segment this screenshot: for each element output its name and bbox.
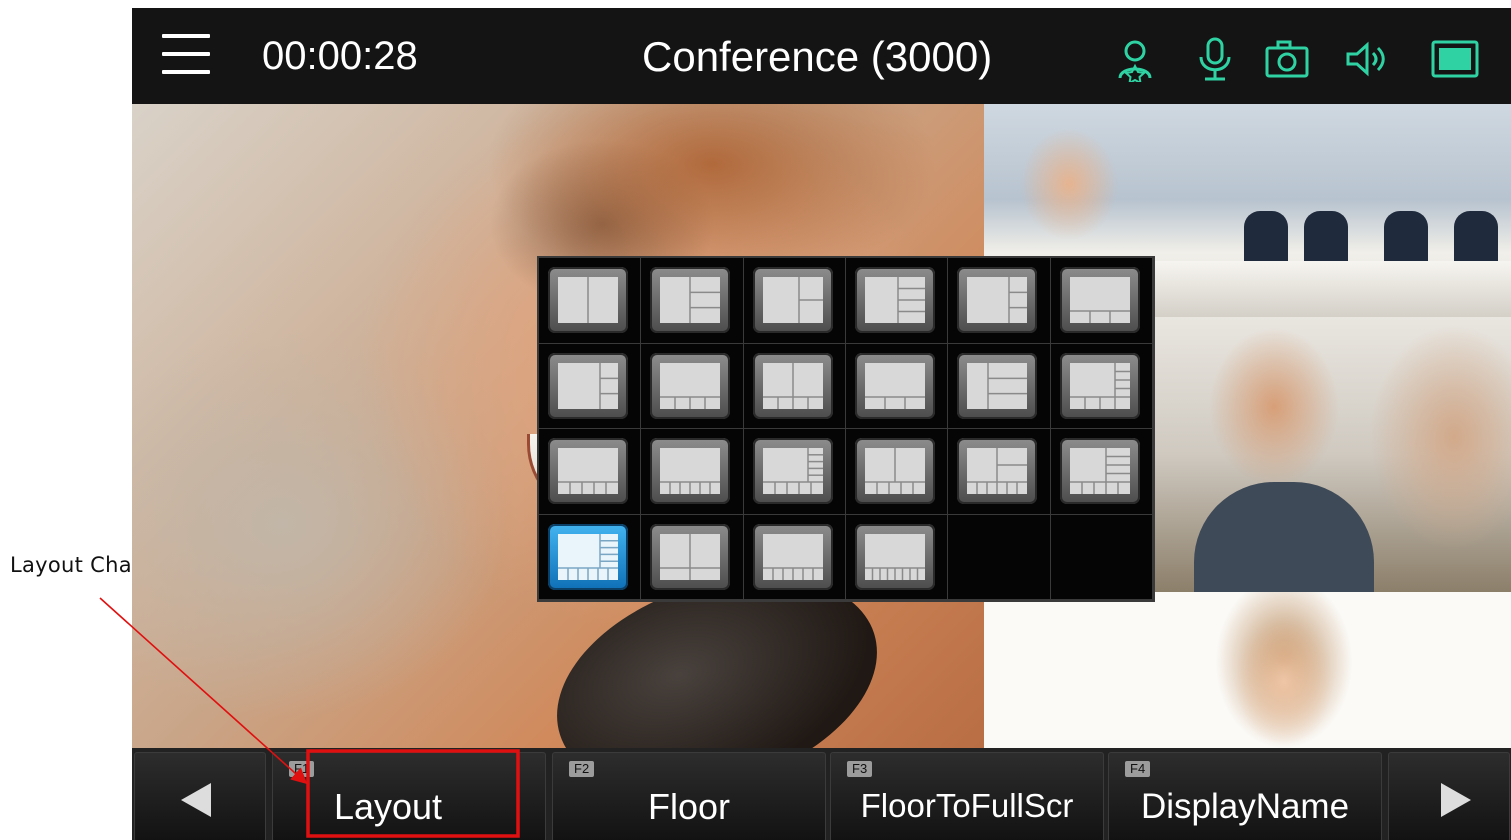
layout-cell — [743, 343, 846, 429]
top-bar: 00:00:28 Conference (3000) — [132, 8, 1511, 104]
layout-cell — [641, 429, 744, 515]
layout-option-button[interactable] — [1059, 352, 1140, 419]
layout-option-button[interactable] — [957, 438, 1038, 504]
layout-thumbnail-icon — [865, 448, 925, 494]
layout-thumbnail-icon — [967, 277, 1028, 323]
layout-cell — [846, 429, 949, 515]
layout-cell — [948, 343, 1051, 429]
floor-button[interactable]: F2 Floor — [552, 752, 826, 840]
layout-option-button[interactable] — [957, 352, 1038, 419]
floor-to-full-screen-button[interactable]: F3 FloorToFullScr — [830, 752, 1104, 840]
layout-thumbnail-icon — [967, 448, 1028, 494]
layout-picker — [537, 256, 1155, 602]
layout-thumbnail-icon — [865, 362, 925, 409]
participants-icon[interactable] — [1112, 36, 1158, 85]
f2-key-label: F2 — [569, 761, 595, 777]
layout-cell — [539, 514, 642, 600]
layout-thumbnail-icon — [1069, 362, 1130, 409]
layout-thumbnail-icon — [762, 277, 823, 323]
video-tile-woman[interactable] — [984, 592, 1511, 748]
layout-thumbnail-icon — [660, 277, 721, 323]
floor-button-label: Floor — [647, 786, 731, 827]
layout-thumbnail-icon — [558, 533, 618, 580]
conference-screen: 00:00:28 Conference (3000) F1 Layout F2 … — [132, 8, 1511, 840]
layout-option-button[interactable] — [548, 267, 628, 333]
layout-option-button[interactable] — [650, 523, 731, 590]
layout-option-button[interactable] — [855, 267, 935, 333]
layout-cell — [1050, 429, 1153, 515]
conference-title: Conference (3000) — [642, 33, 993, 80]
layout-option-button[interactable] — [752, 352, 833, 419]
layout-cell — [948, 514, 1051, 600]
call-timer: 00:00:28 — [262, 34, 418, 78]
layout-option-button[interactable] — [548, 438, 628, 504]
camera-icon[interactable] — [1264, 36, 1310, 82]
layout-cell — [846, 258, 949, 344]
layout-cell — [743, 258, 846, 344]
layout-thumbnail-icon — [762, 362, 823, 409]
layout-thumbnail-icon — [558, 277, 618, 323]
layout-option-button[interactable] — [1059, 438, 1140, 504]
layout-cell — [539, 258, 642, 344]
layout-option-button[interactable] — [752, 267, 833, 333]
layout-option-button[interactable] — [855, 352, 935, 419]
layout-option-button[interactable] — [752, 438, 833, 504]
layout-thumbnail-icon — [967, 362, 1028, 409]
layout-option-button[interactable] — [957, 267, 1038, 333]
display-name-label: DisplayName — [1140, 787, 1350, 826]
layout-option-button[interactable] — [1059, 267, 1140, 333]
layout-thumbnail-icon — [762, 448, 823, 494]
layout-thumbnail-icon — [1069, 448, 1130, 494]
layout-option-button[interactable] — [548, 352, 628, 419]
layout-thumbnail-icon — [1069, 277, 1130, 323]
floor-to-full-screen-label: FloorToFullScr — [860, 789, 1074, 822]
layout-cell — [641, 343, 744, 429]
f1-key-label: F1 — [289, 761, 315, 777]
layout-thumbnail-icon — [660, 533, 721, 580]
layout-thumbnail-icon — [558, 362, 618, 409]
display-name-button[interactable]: F4 DisplayName — [1108, 752, 1382, 840]
bottom-toolbar: F1 Layout F2 Floor F3 FloorToFullScr F4 … — [132, 748, 1511, 840]
layout-cell — [641, 514, 744, 600]
layout-button-label: Layout — [333, 786, 443, 827]
layout-cell — [539, 429, 642, 515]
layout-cell — [539, 343, 642, 429]
next-page-button[interactable] — [1388, 752, 1510, 840]
layout-thumbnail-icon — [660, 362, 721, 409]
layout-option-button[interactable] — [752, 523, 833, 590]
layout-cell — [1050, 343, 1153, 429]
screen-icon[interactable] — [1430, 36, 1480, 82]
layout-option-button[interactable] — [650, 438, 731, 504]
speaker-icon[interactable] — [1344, 36, 1390, 82]
layout-cell — [641, 258, 744, 344]
f4-key-label: F4 — [1125, 761, 1151, 777]
layout-option-button[interactable] — [855, 523, 935, 590]
layout-cell — [846, 514, 949, 600]
layout-thumbnail-icon — [762, 533, 823, 580]
hamburger-menu-icon[interactable] — [162, 32, 210, 76]
layout-cell — [948, 429, 1051, 515]
layout-cell — [743, 514, 846, 600]
layout-option-button[interactable] — [650, 267, 731, 333]
layout-cell — [1050, 514, 1153, 600]
layout-option-button[interactable] — [548, 523, 628, 590]
layout-thumbnail-icon — [558, 448, 618, 494]
layout-cell — [846, 343, 949, 429]
prev-page-button[interactable] — [134, 752, 266, 840]
layout-cell — [1050, 258, 1153, 344]
layout-cell — [948, 258, 1051, 344]
f3-key-label: F3 — [847, 761, 873, 777]
layout-thumbnail-icon — [660, 448, 721, 494]
layout-option-button[interactable] — [855, 438, 935, 504]
layout-thumbnail-icon — [865, 277, 925, 323]
microphone-icon[interactable] — [1192, 36, 1238, 82]
layout-button[interactable]: F1 Layout — [272, 752, 546, 840]
layout-thumbnail-icon — [865, 533, 925, 580]
layout-option-button[interactable] — [650, 352, 731, 419]
layout-cell — [743, 429, 846, 515]
